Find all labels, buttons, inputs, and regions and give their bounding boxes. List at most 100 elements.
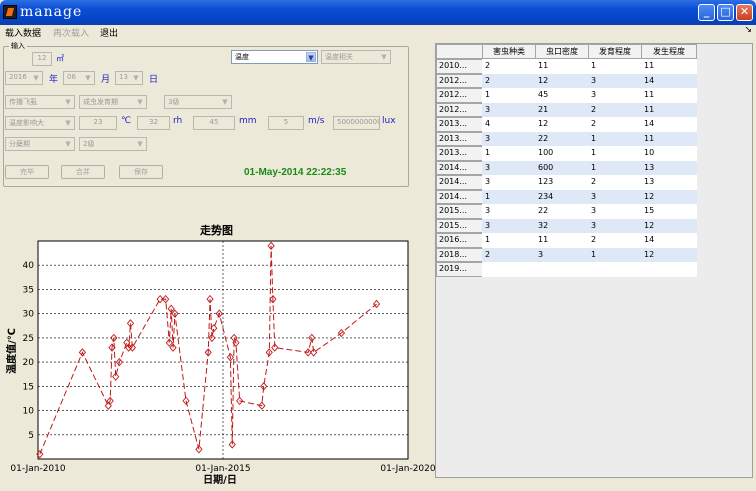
table-cell[interactable]: 45 bbox=[535, 88, 589, 103]
row-header[interactable]: 2012... bbox=[436, 73, 483, 88]
chevron-down-icon[interactable]: ▼ bbox=[31, 73, 41, 83]
row-header[interactable]: 2015... bbox=[436, 218, 483, 233]
row-header[interactable]: 2014... bbox=[436, 175, 483, 190]
menu-load-data[interactable]: 载入数据 bbox=[5, 26, 41, 39]
chevron-down-icon[interactable]: ▼ bbox=[135, 97, 145, 107]
table-cell[interactable]: 3 bbox=[482, 175, 536, 190]
row-header[interactable]: 2010... bbox=[436, 59, 483, 74]
table-cell[interactable]: 1 bbox=[482, 146, 536, 161]
table-cell[interactable]: 22 bbox=[535, 131, 589, 146]
table-cell[interactable]: 13 bbox=[641, 175, 697, 190]
table-cell[interactable]: 100 bbox=[535, 146, 589, 161]
row-header[interactable]: 2012... bbox=[436, 88, 483, 103]
minimize-button[interactable]: _ bbox=[698, 4, 715, 21]
table-cell[interactable]: 3 bbox=[535, 247, 589, 262]
table-cell[interactable]: 1 bbox=[588, 247, 642, 262]
chevron-down-icon[interactable]: ▼ bbox=[63, 118, 73, 128]
row-header[interactable]: 2016... bbox=[436, 233, 483, 248]
table-cell[interactable]: 3 bbox=[588, 204, 642, 219]
table-cell[interactable]: 14 bbox=[641, 73, 697, 88]
influence-select[interactable]: 温度影响大 ▼ bbox=[5, 116, 75, 130]
row-header[interactable]: 2015... bbox=[436, 204, 483, 219]
chevron-down-icon[interactable]: ▼ bbox=[83, 73, 93, 83]
rainfall-input[interactable]: 45 bbox=[193, 116, 235, 130]
table-cell[interactable]: 14 bbox=[641, 117, 697, 132]
row-header[interactable]: 2014... bbox=[436, 189, 483, 204]
chevron-down-icon[interactable]: ▼ bbox=[63, 139, 73, 149]
col-header-occurrence[interactable]: 发生程度 bbox=[641, 44, 697, 59]
table-cell[interactable]: 3 bbox=[482, 160, 536, 175]
day-select[interactable]: 13 ▼ bbox=[115, 71, 143, 85]
table-cell[interactable]: 11 bbox=[535, 233, 589, 248]
merge-button[interactable]: 合并 bbox=[61, 165, 105, 179]
table-cell[interactable]: 2 bbox=[588, 102, 642, 117]
humidity-input[interactable]: 32 bbox=[137, 116, 170, 130]
table-cell[interactable]: 21 bbox=[535, 102, 589, 117]
table-cell[interactable]: 11 bbox=[641, 131, 697, 146]
temperature-input[interactable]: 23 bbox=[79, 116, 117, 130]
menu-reload[interactable]: 再次载入 bbox=[53, 26, 89, 39]
table-cell[interactable]: 123 bbox=[535, 175, 589, 190]
grade-select[interactable]: 2级 ▼ bbox=[79, 137, 147, 151]
correlation-select[interactable]: 温度相关 ▼ bbox=[321, 50, 391, 64]
col-header-development[interactable]: 发育程度 bbox=[588, 44, 642, 59]
chevron-down-icon[interactable]: ▼ bbox=[63, 97, 73, 107]
table-cell[interactable]: 32 bbox=[535, 218, 589, 233]
table-cell[interactable]: 3 bbox=[588, 88, 642, 103]
table-cell[interactable]: 2 bbox=[482, 247, 536, 262]
table-cell[interactable]: 1 bbox=[482, 233, 536, 248]
table-cell[interactable]: 2 bbox=[588, 233, 642, 248]
table-cell[interactable]: 3 bbox=[482, 218, 536, 233]
finish-button[interactable]: 完毕 bbox=[5, 165, 49, 179]
chevron-down-icon[interactable]: ▼ bbox=[379, 52, 389, 62]
table-cell[interactable]: 2 bbox=[482, 73, 536, 88]
table-cell[interactable]: 15 bbox=[641, 204, 697, 219]
table-cell[interactable]: 4 bbox=[482, 117, 536, 132]
row-header[interactable]: 2013... bbox=[436, 131, 483, 146]
table-cell[interactable]: 11 bbox=[535, 59, 589, 74]
table-cell[interactable]: 3 bbox=[482, 102, 536, 117]
row-header[interactable]: 2018... bbox=[436, 247, 483, 262]
table-cell[interactable] bbox=[482, 262, 536, 277]
table-cell[interactable]: 1 bbox=[588, 131, 642, 146]
table-cell[interactable]: 11 bbox=[641, 59, 697, 74]
month-select[interactable]: 06 ▼ bbox=[63, 71, 95, 85]
row-header[interactable]: 2013... bbox=[436, 146, 483, 161]
row-header[interactable]: 2012... bbox=[436, 102, 483, 117]
table-cell[interactable]: 14 bbox=[641, 233, 697, 248]
chevron-down-icon[interactable]: ▼ bbox=[306, 52, 316, 62]
table-cell[interactable]: 12 bbox=[535, 117, 589, 132]
table-cell[interactable]: 1 bbox=[588, 59, 642, 74]
table-cell[interactable] bbox=[588, 262, 642, 277]
row-header[interactable]: 2014... bbox=[436, 160, 483, 175]
table-cell[interactable]: 11 bbox=[641, 88, 697, 103]
row-header[interactable]: 2019... bbox=[436, 262, 483, 277]
col-header-pest-type[interactable]: 害虫种类 bbox=[482, 44, 536, 59]
table-cell[interactable]: 1 bbox=[482, 189, 536, 204]
table-cell[interactable]: 1 bbox=[588, 160, 642, 175]
row-header[interactable]: 2013... bbox=[436, 117, 483, 132]
table-cell[interactable]: 3 bbox=[482, 131, 536, 146]
table-cell[interactable]: 13 bbox=[641, 160, 697, 175]
table-cell[interactable]: 11 bbox=[641, 102, 697, 117]
close-button[interactable]: ✕ bbox=[736, 4, 753, 21]
table-cell[interactable]: 1 bbox=[588, 146, 642, 161]
level-select[interactable]: 3级 ▼ bbox=[164, 95, 232, 109]
table-cell[interactable] bbox=[535, 262, 589, 277]
toolbar-arrow-icon[interactable]: ↘ bbox=[744, 25, 752, 35]
table-cell[interactable]: 600 bbox=[535, 160, 589, 175]
metric-select[interactable]: 温度 ▼ bbox=[231, 50, 318, 64]
chevron-down-icon[interactable]: ▼ bbox=[135, 139, 145, 149]
table-cell[interactable]: 12 bbox=[641, 189, 697, 204]
save-button[interactable]: 保存 bbox=[119, 165, 163, 179]
table-cell[interactable]: 10 bbox=[641, 146, 697, 161]
table-cell[interactable]: 1 bbox=[482, 88, 536, 103]
menu-exit[interactable]: 退出 bbox=[100, 26, 118, 39]
maximize-button[interactable]: □ bbox=[717, 4, 734, 21]
chevron-down-icon[interactable]: ▼ bbox=[131, 73, 141, 83]
table-cell[interactable]: 3 bbox=[588, 218, 642, 233]
table-cell[interactable] bbox=[641, 262, 697, 277]
table-cell[interactable]: 3 bbox=[588, 73, 642, 88]
stage-select[interactable]: 成虫发育期 ▼ bbox=[79, 95, 147, 109]
table-cell[interactable]: 3 bbox=[588, 189, 642, 204]
